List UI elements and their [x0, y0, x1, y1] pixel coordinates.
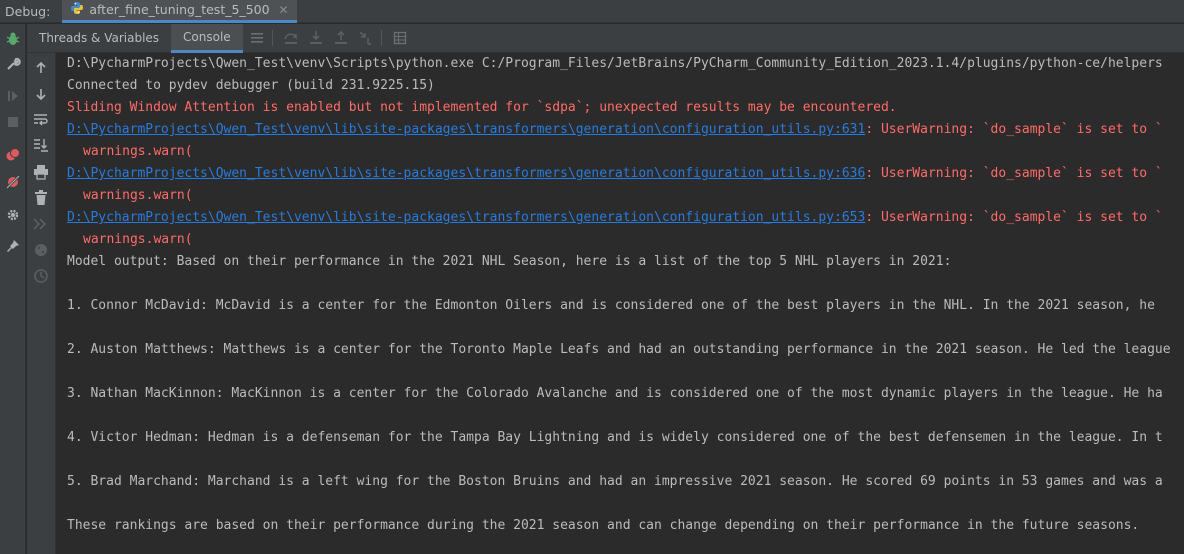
debugger-tabs-bar: Threads & Variables Console [27, 23, 1184, 53]
mute-breakpoints-icon[interactable] [3, 172, 23, 192]
up-arrow-icon[interactable] [31, 58, 51, 78]
python-console-icon[interactable] [31, 240, 51, 260]
debug-tool-window-header: Debug: after_fine_tuning_test_5_500 ✕ [0, 0, 1184, 23]
menu-icon[interactable] [246, 27, 268, 49]
debug-label: Debug: [5, 3, 51, 19]
resume-program-icon[interactable] [31, 214, 51, 234]
console-connected-line: Connected to pydev debugger (build 231.9… [67, 78, 435, 93]
console-sliding-warning: Sliding Window Attention is enabled but … [67, 100, 897, 115]
soft-wrap-icon[interactable] [31, 110, 51, 130]
console-warn-call: warnings.warn( [83, 144, 193, 159]
python-icon [70, 1, 84, 18]
console-command-line: D:\PycharmProjects\Qwen_Test\venv\Script… [67, 56, 1163, 71]
trash-icon[interactable] [31, 188, 51, 208]
history-icon[interactable] [31, 266, 51, 286]
console-closing-line: These rankings are based on their perfor… [67, 518, 1140, 533]
console-list-item: 5. Brad Marchand: Marchand is a left win… [67, 474, 1163, 489]
file-link[interactable]: D:\PycharmProjects\Qwen_Test\venv\lib\si… [67, 166, 865, 181]
warning-message: : UserWarning: `do_sample` is set to ` [865, 122, 1163, 137]
warning-message: : UserWarning: `do_sample` is set to ` [865, 210, 1163, 225]
tab-threads-variables-label: Threads & Variables [39, 31, 160, 45]
console-list-item: 4. Victor Hedman: Hedman is a defenseman… [67, 430, 1163, 445]
step-over-icon[interactable] [280, 27, 302, 49]
close-icon[interactable]: ✕ [279, 3, 289, 17]
console-model-output-line: Model output: Based on their performance… [67, 254, 952, 269]
step-into-icon[interactable] [305, 27, 327, 49]
file-link[interactable]: D:\PycharmProjects\Qwen_Test\venv\lib\si… [67, 210, 865, 225]
console-side-toolbar [27, 53, 56, 554]
scroll-to-end-icon[interactable] [31, 135, 51, 155]
toolbar-separator [380, 30, 382, 46]
console-warn-call: warnings.warn( [83, 188, 193, 203]
console-warning-line: D:\PycharmProjects\Qwen_Test\venv\lib\si… [67, 207, 1163, 229]
evaluate-table-icon[interactable] [389, 27, 411, 49]
console-list-item: 3. Nathan MacKinnon: MacKinnon is a cent… [67, 386, 1163, 401]
resume-icon[interactable] [3, 86, 23, 106]
pin-icon[interactable] [3, 236, 23, 256]
console-warn-call: warnings.warn( [83, 232, 193, 247]
console-list-item: 2. Auston Matthews: Matthews is a center… [67, 342, 1171, 357]
step-out-icon[interactable] [330, 27, 352, 49]
console-output[interactable]: D:\PycharmProjects\Qwen_Test\venv\Script… [56, 53, 1184, 554]
wrench-icon[interactable] [3, 54, 23, 74]
console-list-item: 1. Connor McDavid: McDavid is a center f… [67, 298, 1155, 313]
debug-left-toolbar [0, 24, 26, 554]
console-warning-line: D:\PycharmProjects\Qwen_Test\venv\lib\si… [67, 163, 1163, 185]
view-breakpoints-icon[interactable] [3, 145, 23, 165]
settings-icon[interactable] [3, 205, 23, 225]
debug-bug-icon[interactable] [3, 29, 23, 49]
tab-threads-variables[interactable]: Threads & Variables [27, 24, 171, 53]
console-warning-line: D:\PycharmProjects\Qwen_Test\venv\lib\si… [67, 119, 1163, 141]
file-link[interactable]: D:\PycharmProjects\Qwen_Test\venv\lib\si… [67, 122, 865, 137]
tab-console-label: Console [183, 29, 231, 44]
run-to-cursor-icon[interactable] [355, 27, 377, 49]
stop-icon[interactable] [3, 112, 23, 132]
print-icon[interactable] [31, 162, 51, 182]
toolbar-separator [271, 30, 273, 46]
down-arrow-icon[interactable] [31, 84, 51, 104]
tab-console[interactable]: Console [171, 23, 243, 53]
warning-message: : UserWarning: `do_sample` is set to ` [865, 166, 1163, 181]
run-config-tab[interactable]: after_fine_tuning_test_5_500 ✕ [62, 0, 297, 23]
run-config-tab-label: after_fine_tuning_test_5_500 [89, 2, 270, 17]
